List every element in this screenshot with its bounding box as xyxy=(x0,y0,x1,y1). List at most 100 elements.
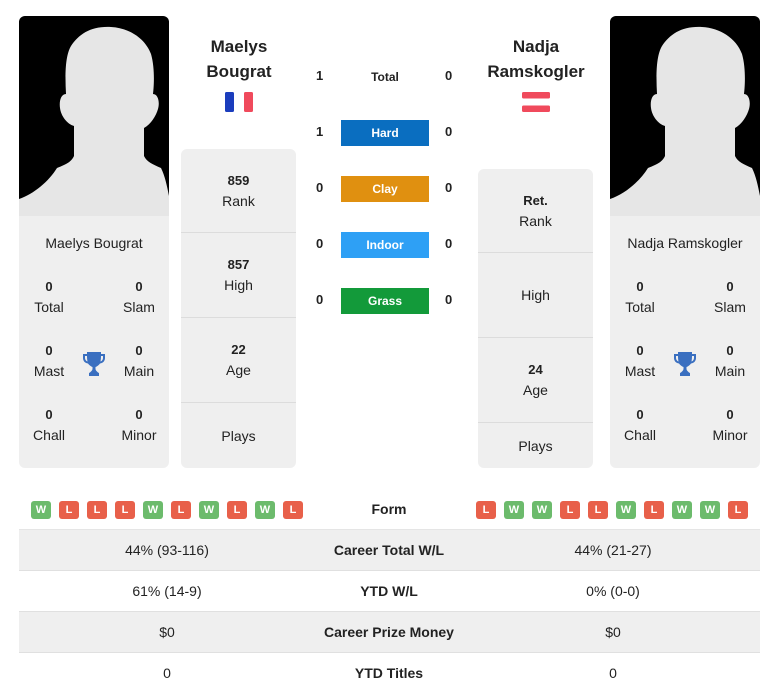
titles-mast: 0 Mast xyxy=(19,341,79,405)
stat-plays-label: Plays xyxy=(518,437,553,454)
titles-total-label: Total xyxy=(34,299,64,315)
h2h-row-grass: 0 Grass 0 xyxy=(300,288,480,314)
form-badges-right: L W W L L W L W W L xyxy=(476,501,748,519)
trophy-icon xyxy=(83,352,105,376)
titles-chall-label: Chall xyxy=(624,427,656,443)
comparison-row-prize-money: $0 Career Prize Money $0 xyxy=(19,612,760,653)
titles-chall: 0 Chall xyxy=(19,405,79,468)
stat-rank-value: Ret. xyxy=(523,192,548,208)
surface-badge-clay[interactable]: Clay xyxy=(341,176,429,202)
h2h-left-count: 1 xyxy=(316,68,324,83)
form-badge[interactable]: W xyxy=(143,501,163,519)
stats-column-right: Ret. Rank High 24 Age Plays xyxy=(478,169,593,468)
titles-total: 0 Total xyxy=(19,277,79,341)
titles-mast-value: 0 xyxy=(45,343,53,358)
h2h-right-count: 0 xyxy=(445,124,453,139)
titles-minor-label: Minor xyxy=(121,427,157,443)
titles-chall-value: 0 xyxy=(636,407,644,422)
player-first-name: Maelys xyxy=(210,37,268,56)
comparison-row-career-wl: 44% (93-116) Career Total W/L 44% (21-27… xyxy=(19,530,760,571)
stat-rank-label: Rank xyxy=(222,192,255,209)
titles-total-value: 0 xyxy=(45,279,53,294)
comparison-label: Career Prize Money xyxy=(324,624,454,640)
stat-high: High xyxy=(478,253,593,338)
silhouette-icon xyxy=(610,26,760,216)
austria-flag-icon xyxy=(522,92,550,112)
form-badge[interactable]: W xyxy=(31,501,51,519)
player-first-name: Nadja xyxy=(512,37,560,56)
stat-rank-label: Rank xyxy=(519,212,552,229)
h2h-row-indoor: 0 Indoor 0 xyxy=(300,232,480,258)
form-badge[interactable]: W xyxy=(616,501,636,519)
form-badge[interactable]: L xyxy=(588,501,608,519)
form-badge[interactable]: W xyxy=(700,501,720,519)
form-badge[interactable]: W xyxy=(255,501,275,519)
player-photo-right[interactable] xyxy=(610,16,760,216)
titles-total-value: 0 xyxy=(636,279,644,294)
titles-chall-value: 0 xyxy=(45,407,53,422)
form-badge[interactable]: W xyxy=(672,501,692,519)
titles-main-label: Main xyxy=(714,363,746,379)
stat-age: 22 Age xyxy=(181,318,296,403)
stat-plays: Plays xyxy=(181,403,296,468)
h2h-left-count: 1 xyxy=(316,124,324,139)
france-flag-icon xyxy=(225,92,253,112)
player-name-left[interactable]: Maelys Bougrat xyxy=(174,34,304,84)
form-badge[interactable]: L xyxy=(87,501,107,519)
h2h-row-hard: 1 Hard 0 xyxy=(300,120,480,146)
player-full-name: Nadja Ramskogler xyxy=(627,235,743,251)
comparison-left-value: 61% (14-9) xyxy=(132,583,202,599)
stat-age-value: 22 xyxy=(231,342,246,357)
form-badge[interactable]: L xyxy=(644,501,664,519)
titles-minor: 0 Minor xyxy=(700,405,760,468)
surface-badge-grass[interactable]: Grass xyxy=(341,288,429,314)
stat-rank: Ret. Rank xyxy=(478,169,593,253)
form-badge[interactable]: L xyxy=(59,501,79,519)
comparison-left-value: $0 xyxy=(159,624,175,640)
form-badge[interactable]: L xyxy=(227,501,247,519)
h2h-row-clay: 0 Clay 0 xyxy=(300,176,480,202)
surface-badge-hard[interactable]: Hard xyxy=(341,120,429,146)
comparison-label: YTD W/L xyxy=(360,583,418,599)
h2h-label-total: Total xyxy=(371,70,399,84)
player-photo-left[interactable] xyxy=(19,16,169,216)
comparison-row-ytd-wl: 61% (14-9) YTD W/L 0% (0-0) xyxy=(19,571,760,612)
form-badge[interactable]: W xyxy=(199,501,219,519)
titles-chall: 0 Chall xyxy=(610,405,670,468)
titles-grid: 0 Total 0 Slam 0 Mast 0 Main 0 Chall 0 Minor xyxy=(610,277,760,468)
player-name-right[interactable]: Nadja Ramskogler xyxy=(471,34,601,84)
titles-main: 0 Main xyxy=(700,341,760,405)
titles-main-value: 0 xyxy=(135,343,143,358)
titles-chall-label: Chall xyxy=(33,427,65,443)
player-card-right: Nadja Ramskogler 0 Total 0 Slam 0 Mast 0 Mai… xyxy=(610,16,760,468)
form-badge[interactable]: W xyxy=(532,501,552,519)
player-card-left: Maelys Bougrat 0 Total 0 Slam 0 Mast 0 Main … xyxy=(19,16,169,468)
h2h-left-count: 0 xyxy=(316,236,324,251)
comparison-label: YTD Titles xyxy=(354,665,424,681)
silhouette-icon xyxy=(19,26,169,216)
titles-minor-value: 0 xyxy=(135,407,143,422)
form-badge[interactable]: L xyxy=(476,501,496,519)
surface-badge-indoor[interactable]: Indoor xyxy=(341,232,429,258)
titles-minor-value: 0 xyxy=(726,407,734,422)
h2h-row-total: 1 Total 0 xyxy=(300,64,480,90)
stat-high: 857 High xyxy=(181,233,296,318)
titles-mast: 0 Mast xyxy=(610,341,670,405)
stat-high-value: 857 xyxy=(227,257,250,272)
titles-main-value: 0 xyxy=(726,343,734,358)
form-badge[interactable]: L xyxy=(283,501,303,519)
form-badge[interactable]: L xyxy=(728,501,748,519)
comparison-right-value: 0 xyxy=(609,665,617,681)
comparison-label: Career Total W/L xyxy=(333,542,445,558)
h2h-right-count: 0 xyxy=(445,292,453,307)
form-badge[interactable]: L xyxy=(560,501,580,519)
form-badge[interactable]: L xyxy=(171,501,191,519)
player-last-name: Ramskogler xyxy=(487,62,585,81)
form-badge[interactable]: L xyxy=(115,501,135,519)
comparison-row-ytd-titles: 0 YTD Titles 0 xyxy=(19,653,760,694)
stat-age-label: Age xyxy=(226,362,251,378)
stat-age-value: 24 xyxy=(528,362,543,377)
comparison-left-value: 0 xyxy=(163,665,171,681)
stat-high-label: High xyxy=(521,287,550,303)
form-badge[interactable]: W xyxy=(504,501,524,519)
